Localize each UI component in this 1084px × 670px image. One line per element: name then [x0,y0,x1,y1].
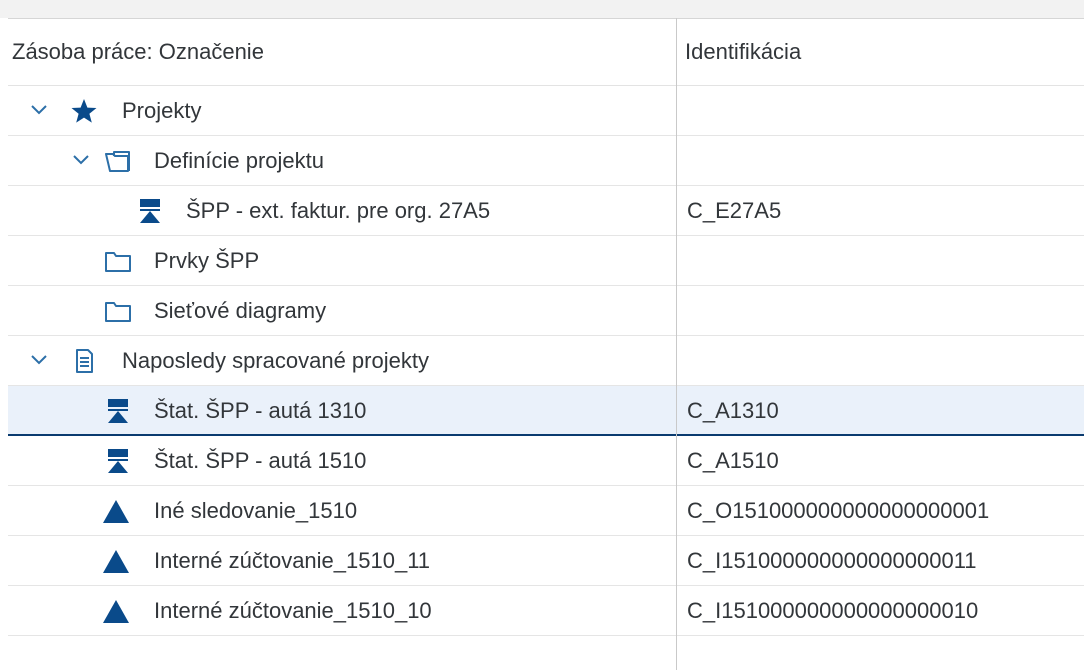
tree-row-ine-sledovanie[interactable]: Iné sledovanie_1510 C_O15100000000000000… [8,486,1084,536]
tree-row-id: C_A1310 [687,398,779,423]
tree-row-interne-zuctovanie-11[interactable]: Interné zúčtovanie_1510_11 C_I1510000000… [8,536,1084,586]
tree-row-label: ŠPP - ext. faktur. pre org. 27A5 [186,198,491,223]
column-header-label[interactable]: Zásoba práce: Označenie [12,39,264,65]
top-toolbar-strip [0,0,1084,18]
tree-row-label: Štat. ŠPP - autá 1310 [154,398,367,423]
tree-row-interne-zuctovanie-10[interactable]: Interné zúčtovanie_1510_10 C_I1510000000… [8,586,1084,636]
triangle-icon [103,500,129,523]
tree-row-stat-spp-1310[interactable]: Štat. ŠPP - autá 1310 C_A1310 [8,386,1084,436]
wbs-element-icon [108,449,128,473]
tree-row-label: Projekty [122,98,202,123]
tree-row-label: Interné zúčtovanie_1510_11 [154,548,431,573]
tree-row-label: Naposledy spracované projekty [122,348,429,373]
open-folder-icon [105,151,130,172]
tree-row-label: Prvky ŠPP [154,248,260,273]
folder-icon [105,302,131,322]
folder-icon [105,252,131,272]
tree-row-id: C_I151000000000000000010 [687,598,979,623]
chevron-down-icon[interactable] [70,149,92,171]
tree-row-label: Štat. ŠPP - autá 1510 [154,448,367,473]
tree-row-id: C_A1510 [687,448,779,473]
wbs-element-icon [108,399,128,423]
tree-row-prvky-spp[interactable]: Prvky ŠPP [8,236,1084,286]
tree-row-stat-spp-1510[interactable]: Štat. ŠPP - autá 1510 C_A1510 [8,436,1084,486]
tree-row-label: Definície projektu [154,148,324,173]
tree-row-id: C_O151000000000000000001 [687,498,990,523]
column-separator[interactable] [676,18,677,670]
tree-row-id: C_E27A5 [687,198,782,223]
tree-row-spp-ext-faktur[interactable]: ŠPP - ext. faktur. pre org. 27A5 C_E27A5 [8,186,1084,236]
worklist-tree-table: Zásoba práce: Označenie Identifikácia Pr… [8,18,1084,670]
tree-row-label: Iné sledovanie_1510 [154,498,358,523]
document-icon [76,349,93,373]
tree-row-sietove-diagramy[interactable]: Sieťové diagramy [8,286,1084,336]
table-header: Zásoba práce: Označenie Identifikácia [8,18,1084,86]
triangle-icon [103,600,129,623]
tree-row-projekty[interactable]: Projekty [8,86,1084,136]
column-header-id[interactable]: Identifikácia [685,39,801,65]
wbs-element-icon [140,199,160,223]
tree-row-label: Sieťové diagramy [154,298,327,323]
tree-row-label: Interné zúčtovanie_1510_10 [154,598,432,623]
chevron-down-icon[interactable] [28,99,50,121]
tree-row-id: C_I151000000000000000011 [687,548,977,573]
tree-row-definicie-projektu[interactable]: Definície projektu [8,136,1084,186]
triangle-icon [103,550,129,573]
chevron-down-icon[interactable] [28,349,50,371]
tree-row-naposledy-spracovane[interactable]: Naposledy spracované projekty [8,336,1084,386]
star-icon [71,99,97,123]
